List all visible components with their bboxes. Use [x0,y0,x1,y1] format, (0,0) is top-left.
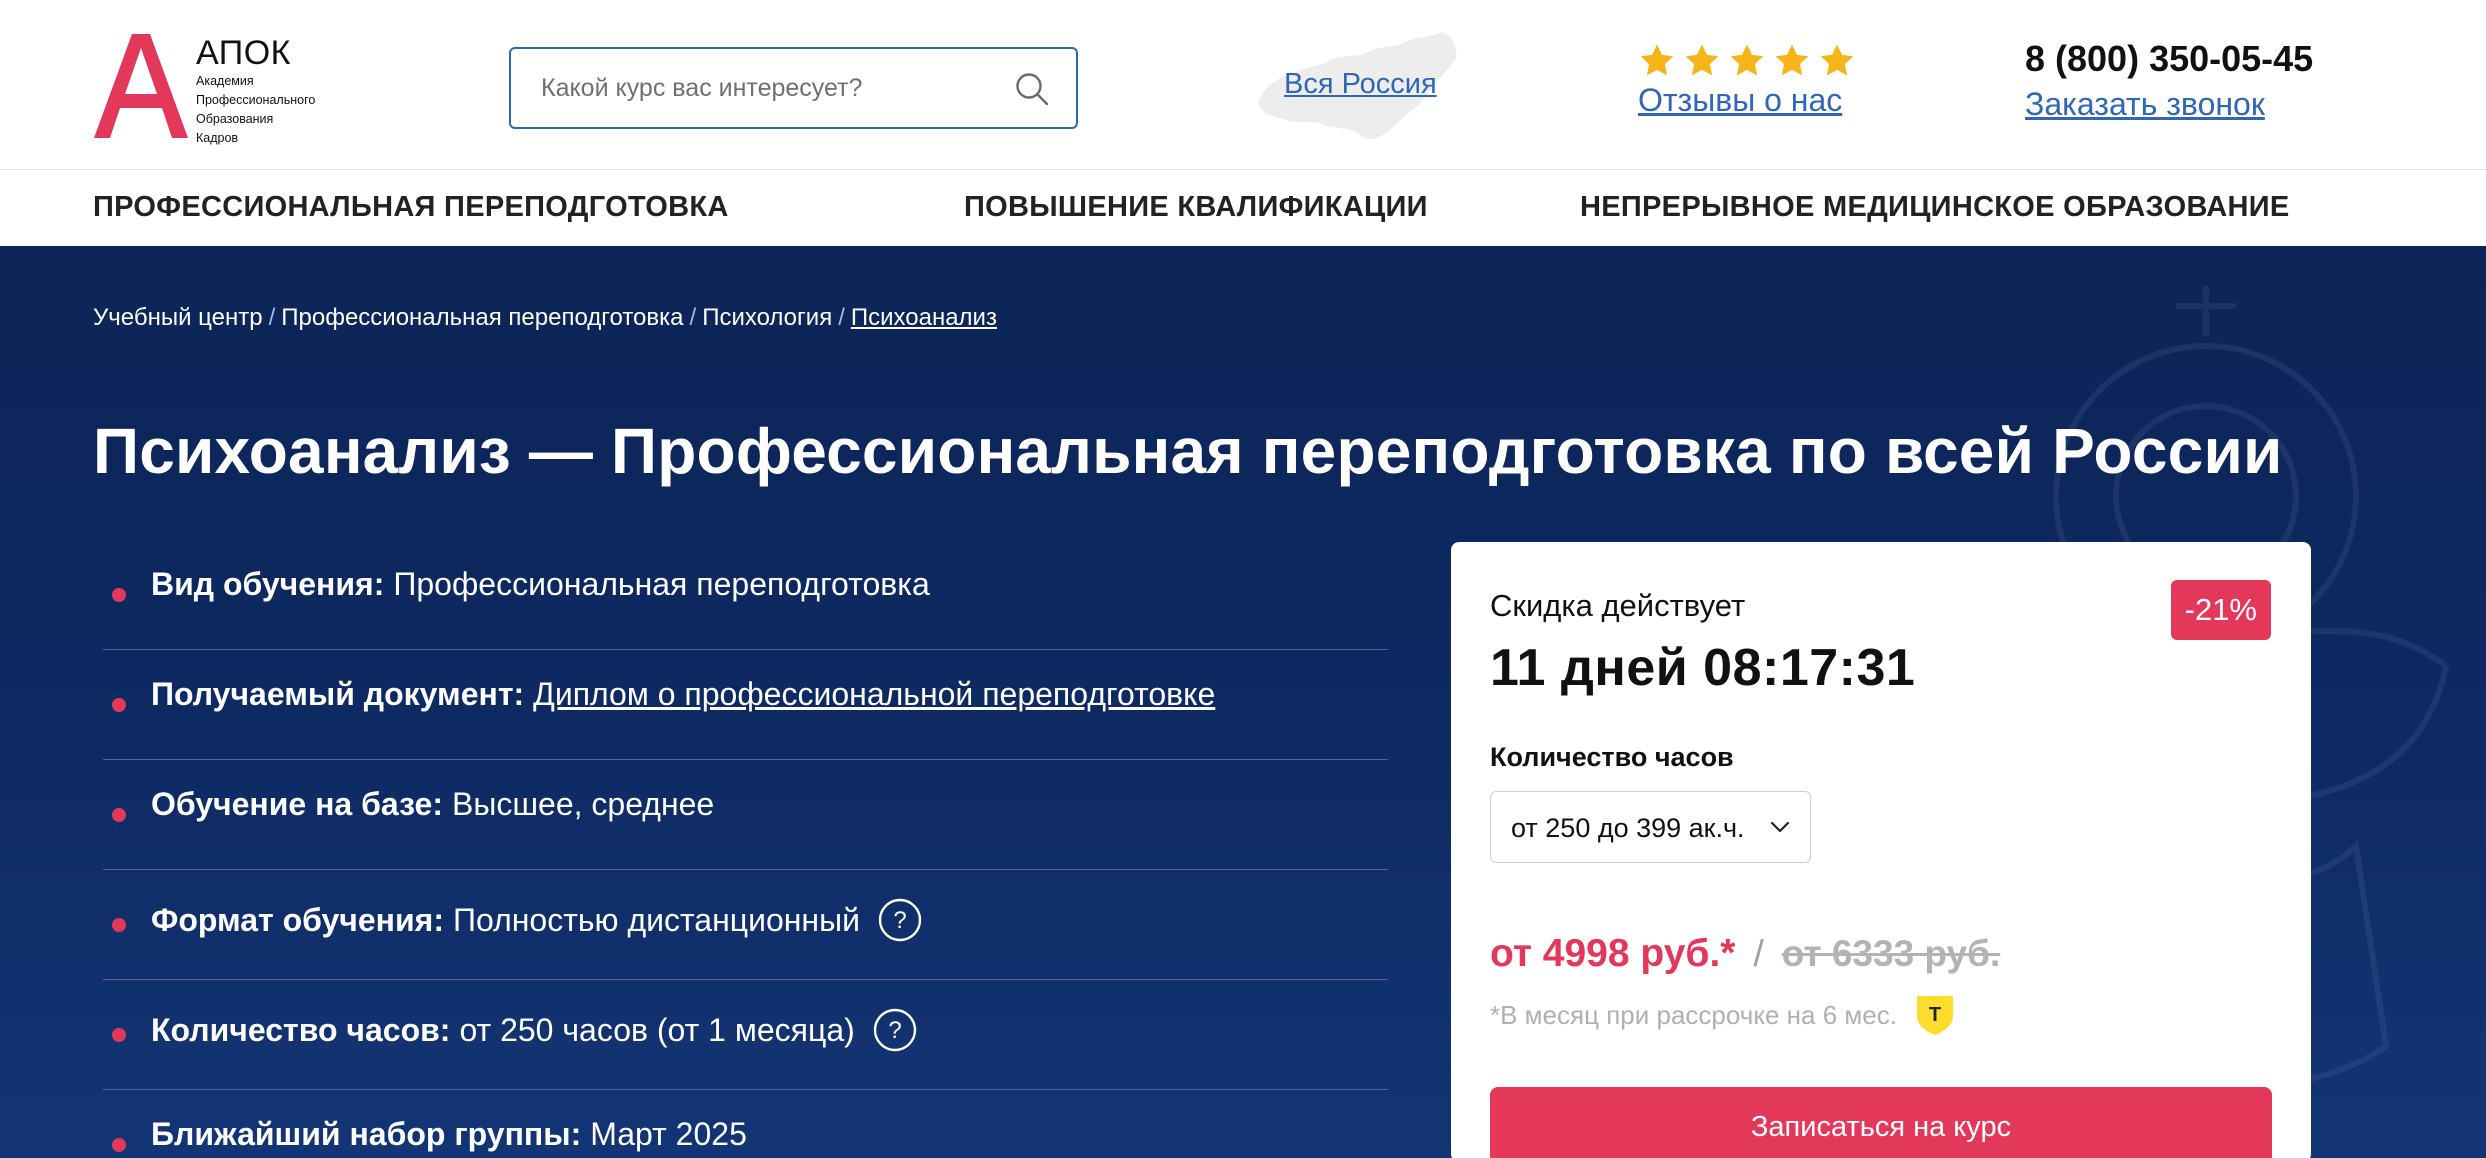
hours-select[interactable]: от 250 до 399 ак.ч. [1490,791,1811,863]
search-box [509,47,1078,129]
fact-text: Количество часов: от 250 часов (от 1 мес… [151,1008,917,1052]
bullet-dot [112,918,126,932]
nav-item-qualification[interactable]: ПОВЫШЕНИЕ КВАЛИФИКАЦИИ [964,191,1428,224]
fact-row: Обучение на базе: Высшее, среднее [103,760,1388,870]
breadcrumb-item[interactable]: Учебный центр [93,304,263,331]
fact-text: Ближайший набор группы: Март 2025 [151,1118,747,1150]
fact-value: Высшее, среднее [452,786,715,822]
fact-text: Получаемый документ: Диплом о профессион… [151,678,1215,710]
fact-label: Вид обучения: [151,566,385,602]
fact-row: Получаемый документ: Диплом о профессион… [103,650,1388,760]
discount-timer: 11 дней 08:17:31 [1490,639,1916,697]
reviews-link[interactable]: Отзывы о нас [1638,82,1858,119]
tbank-letter: Т [1929,1004,1941,1026]
discount-label: Скидка действует [1490,588,1746,623]
breadcrumb-item[interactable]: Психология [702,304,832,331]
bullet-dot [112,698,126,712]
main-nav: ПРОФЕССИОНАЛЬНАЯ ПЕРЕПОДГОТОВКА ПОВЫШЕНИ… [0,171,2486,246]
star-icon [1730,44,1764,76]
fact-label: Количество часов: [151,1012,451,1048]
installment-text: *В месяц при рассрочке на 6 мес. [1490,999,1897,1030]
breadcrumb-separator: / [838,304,845,331]
region-link[interactable]: Вся Россия [1284,68,1437,101]
logo[interactable]: АПОК Академия Профессионального Образова… [92,30,352,145]
fact-label: Обучение на базе: [151,786,443,822]
callback-link[interactable]: Заказать звонок [2025,86,2425,123]
nav-item-medical-education[interactable]: НЕПРЕРЫВНОЕ МЕДИЦИНСКОЕ ОБРАЗОВАНИЕ [1580,191,2290,224]
fact-value: Март 2025 [590,1116,747,1152]
fact-row: Количество часов: от 250 часов (от 1 мес… [103,980,1388,1090]
chevron-down-icon [1770,821,1790,833]
fact-row: Вид обучения: Профессиональная переподго… [103,540,1388,650]
site-header: АПОК Академия Профессионального Образова… [0,0,2486,170]
enroll-button[interactable]: Записаться на курс [1490,1087,2272,1158]
logo-subtitle: Академия Профессионального Образования К… [196,72,366,148]
logo-letter-icon [94,34,188,138]
breadcrumb: Учебный центр / Профессиональная переподго… [93,304,997,332]
price-new: от 4998 руб.* [1490,932,1736,975]
fact-value: Профессиональная переподготовка [393,566,930,602]
fact-row: Формат обучения: Полностью дистанционный… [103,870,1388,980]
discount-badge: -21% [2170,580,2271,640]
bullet-dot [112,1138,126,1152]
course-facts: Вид обучения: Профессиональная переподго… [103,540,1388,1158]
search-input[interactable] [541,65,981,111]
search-icon[interactable] [1014,71,1050,107]
bullet-dot [112,808,126,822]
fact-text: Формат обучения: Полностью дистанционный… [151,898,922,942]
hours-label: Количество часов [1490,742,1734,772]
help-icon[interactable]: ? [878,898,922,942]
fact-label: Ближайший набор группы: [151,1116,582,1152]
fact-label: Получаемый документ: [151,676,525,712]
reviews-block: Отзывы о нас [1638,42,1858,132]
price-separator: / [1753,933,1764,974]
fact-label: Формат обучения: [151,902,444,938]
star-icon [1685,44,1719,76]
logo-name: АПОК [196,34,291,72]
help-icon-glyph: ? [888,1017,901,1044]
help-icon-glyph: ? [893,907,906,934]
fact-text: Вид обучения: Профессиональная переподго… [151,568,930,600]
price-card: Скидка действует 11 дней 08:17:31 -21% К… [1451,542,2311,1158]
star-icon [1775,44,1809,76]
hours-select-value: от 250 до 399 ак.ч. [1511,813,1745,843]
page-title: Психоанализ — Профессиональная переподго… [93,415,2283,487]
contacts: 8 (800) 350-05-45 Заказать звонок [2025,38,2425,123]
star-icon [1640,44,1674,76]
help-icon[interactable]: ? [873,1008,917,1052]
breadcrumb-separator: / [689,304,697,331]
installment-note: *В месяц при рассрочке на 6 мес. Т [1490,994,1955,1036]
document-link[interactable]: Диплом о профессиональной переподготовке [533,678,1215,710]
tbank-shield-icon: Т [1916,996,1953,1035]
rating-stars [1638,42,1858,80]
fact-text: Обучение на базе: Высшее, среднее [151,788,714,820]
logo-subtitle-line: Академия [196,74,254,88]
logo-subtitle-line: Профессионального [196,93,316,107]
bullet-dot [112,1028,126,1042]
region-selector[interactable]: Вся Россия [1252,28,1462,146]
breadcrumb-item[interactable]: Профессиональная переподготовка [281,304,683,331]
phone-number[interactable]: 8 (800) 350-05-45 [2025,38,2425,80]
logo-subtitle-line: Образования [196,112,274,126]
nav-item-retraining[interactable]: ПРОФЕССИОНАЛЬНАЯ ПЕРЕПОДГОТОВКА [93,191,729,224]
logo-subtitle-line: Кадров [196,131,239,145]
star-icon [1820,44,1854,76]
fact-row: Ближайший набор группы: Март 2025 [103,1090,1388,1158]
breadcrumb-separator: / [268,304,276,331]
fact-value: Полностью дистанционный [452,902,860,938]
breadcrumb-current[interactable]: Психоанализ [851,304,997,331]
price-old: от 6333 руб. [1781,933,2001,974]
fact-value: от 250 часов (от 1 месяца) [459,1012,855,1048]
course-hero: Учебный центр / Профессиональная переподго… [0,246,2486,1158]
bullet-dot [112,588,126,602]
price-row: от 4998 руб.* / от 6333 руб. [1490,932,2000,976]
